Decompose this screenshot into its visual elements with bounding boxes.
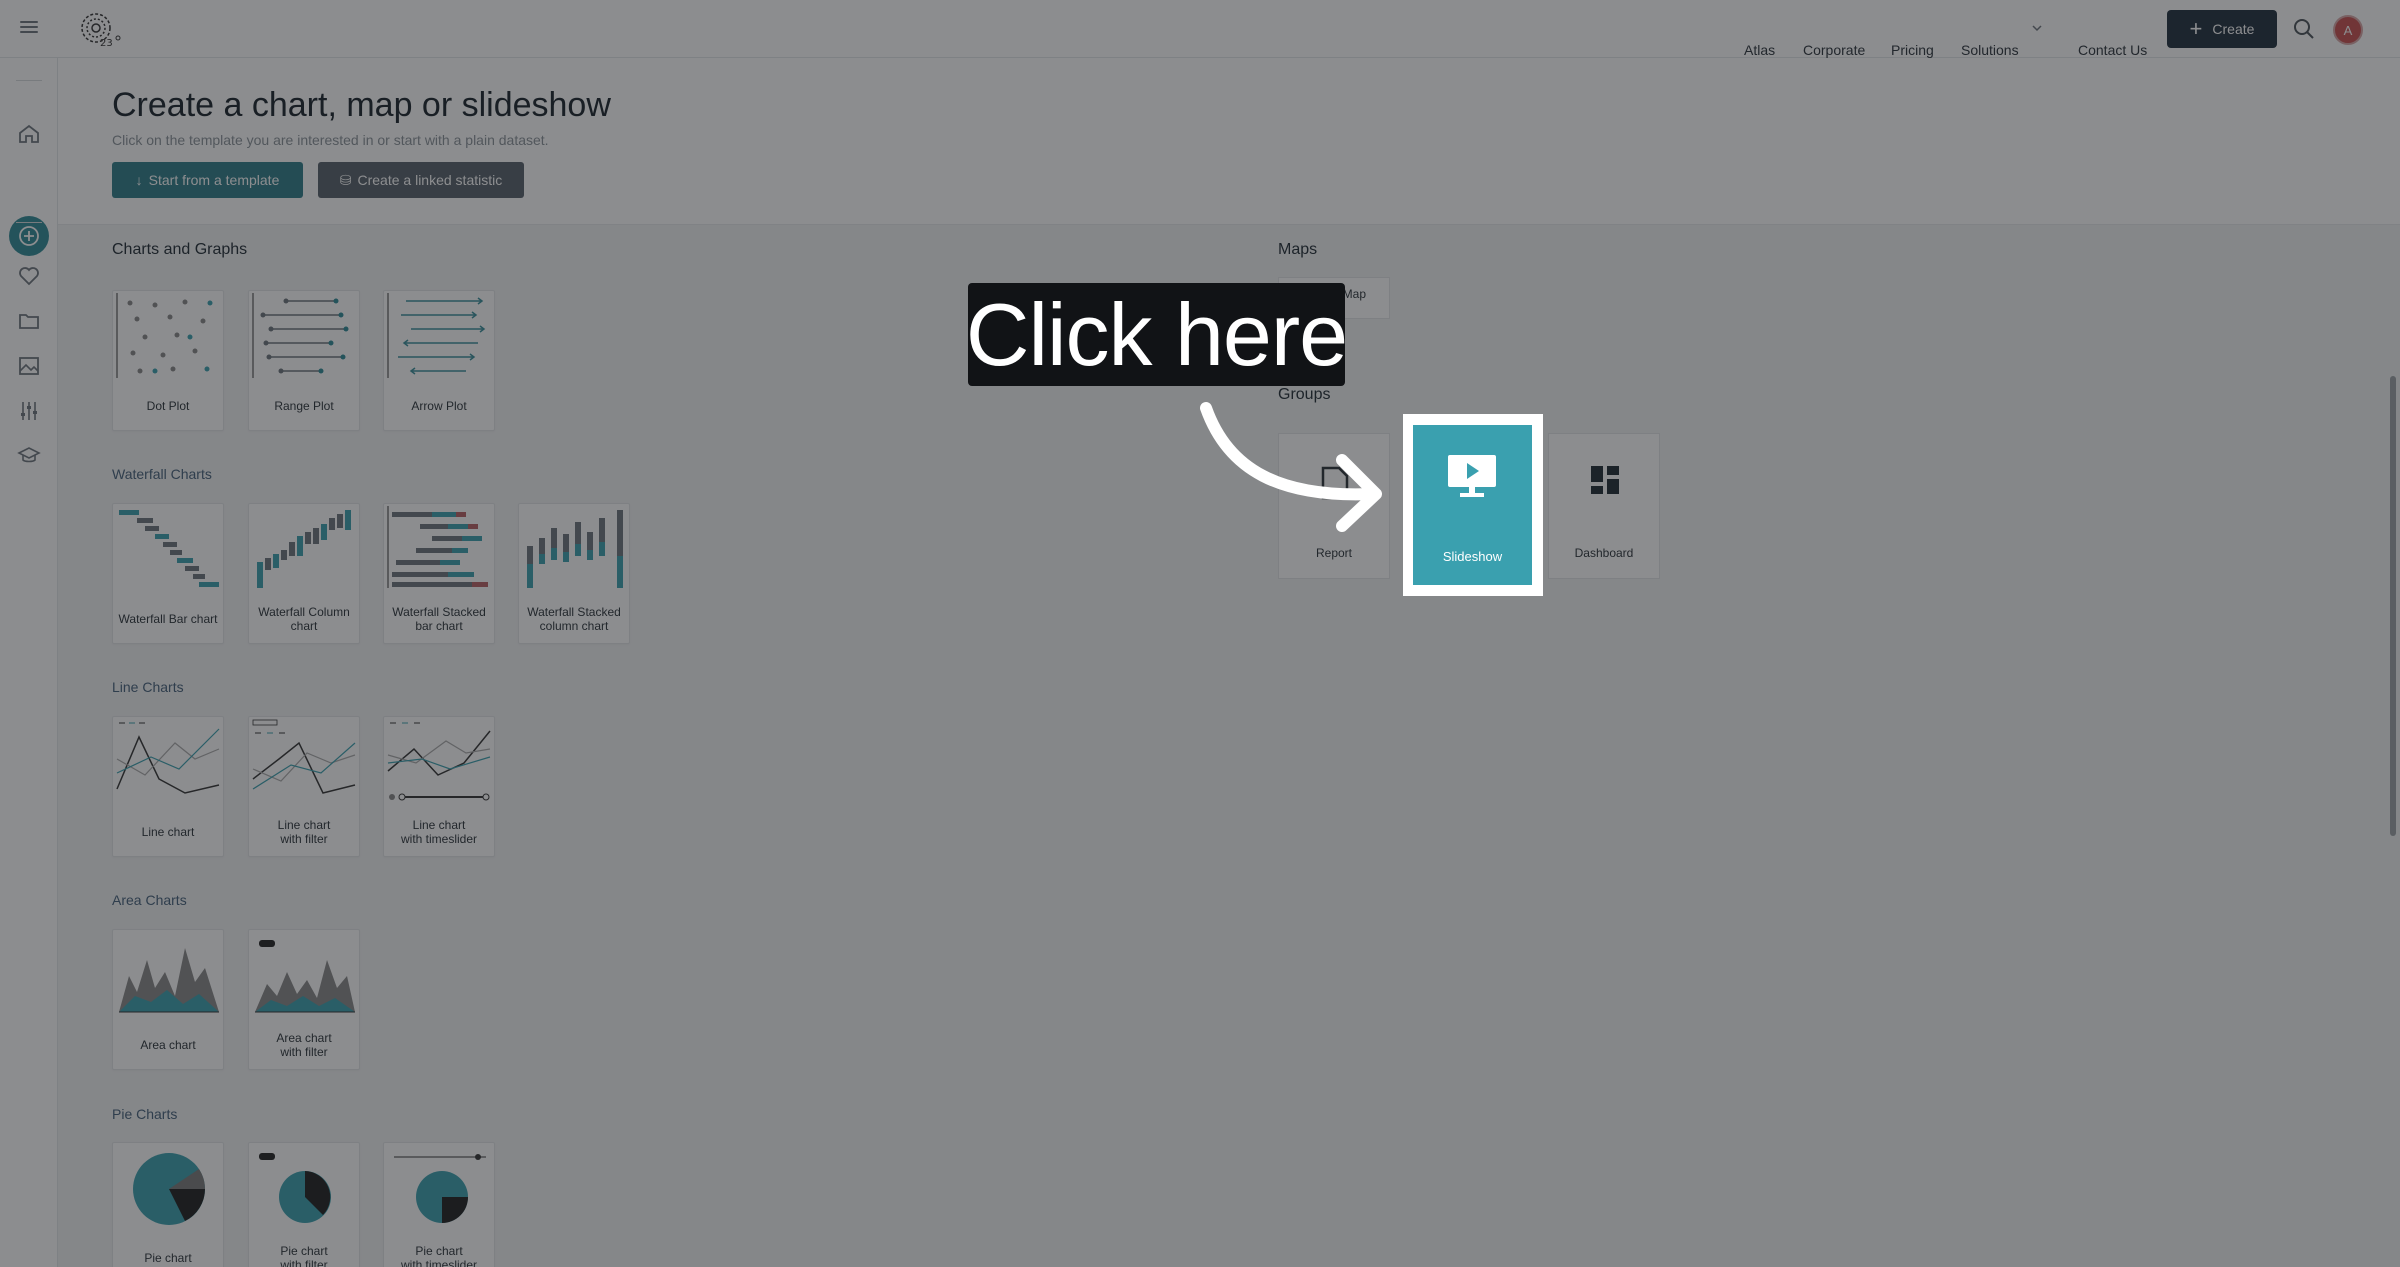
- click-here-callout: Click here: [966, 283, 1348, 386]
- presentation-icon: [1448, 455, 1496, 497]
- curved-arrow-icon: [1200, 402, 1382, 532]
- tutorial-dim-overlay: [0, 0, 2400, 1267]
- card-label: Slideshow: [1442, 549, 1503, 564]
- card-slideshow[interactable]: Slideshow: [1413, 425, 1532, 585]
